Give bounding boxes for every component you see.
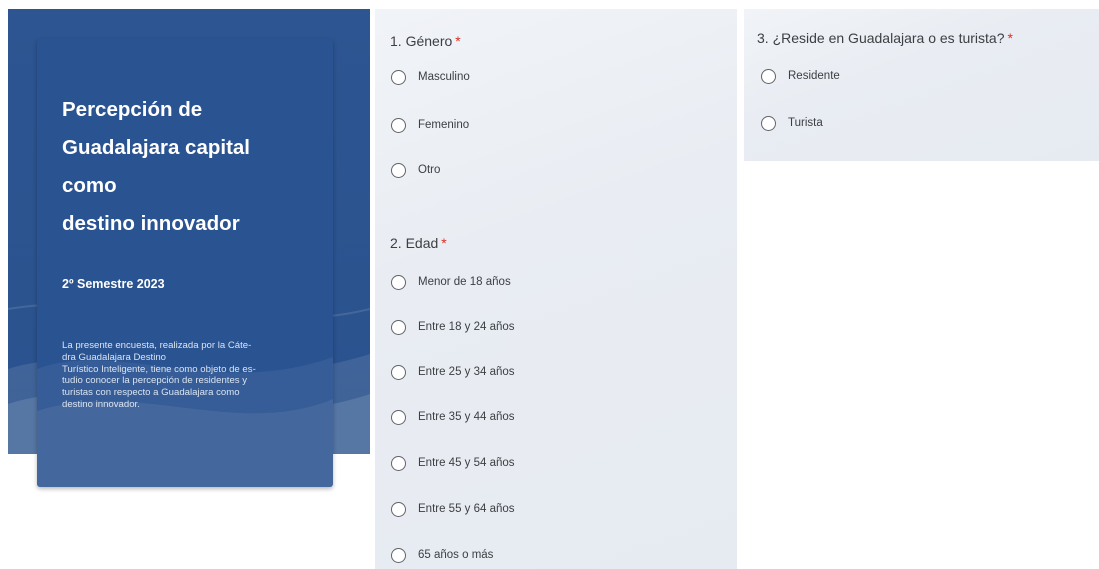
question-label: 3. ¿Reside en Guadalajara o es turista? <box>757 30 1005 46</box>
option-label: Menor de 18 años <box>418 276 511 288</box>
question-label: 2. Edad <box>390 235 439 251</box>
survey-title-line: destino innovador <box>62 212 240 235</box>
radio-button[interactable] <box>391 274 406 290</box>
radio-button[interactable] <box>391 117 406 133</box>
radio-button[interactable] <box>391 409 406 425</box>
radio-button[interactable] <box>391 319 406 335</box>
survey-subtitle: 2º Semestre 2023 <box>62 277 165 291</box>
option-label: Residente <box>788 70 840 82</box>
option-label: Turista <box>788 117 823 129</box>
radio-button[interactable] <box>761 115 776 131</box>
survey-title-line: Guadalajara capital <box>62 136 251 159</box>
questions-panel-left: 1. Género * Masculino Femenino Otro 2. Ed… <box>375 9 737 569</box>
radio-button[interactable] <box>391 547 406 563</box>
option-label: 65 años o más <box>418 549 494 561</box>
option-label: Otro <box>418 164 441 176</box>
survey-title-line: Percepción de <box>62 98 203 121</box>
radio-option-55-64[interactable]: Entre 55 y 64 años <box>391 499 515 519</box>
radio-option-25-34[interactable]: Entre 25 y 34 años <box>391 362 515 382</box>
survey-description: La presente encuesta, realizada por la C… <box>62 340 256 410</box>
option-label: Entre 18 y 24 años <box>418 321 515 333</box>
radio-option-45-54[interactable]: Entre 45 y 54 años <box>391 453 515 473</box>
survey-title-line: como <box>62 174 117 197</box>
radio-option-residente[interactable]: Residente <box>761 66 840 86</box>
question-residence: 3. ¿Reside en Guadalajara o es turista? * <box>757 30 1013 46</box>
question-label: 1. Género <box>390 33 453 49</box>
radio-option-femenino[interactable]: Femenino <box>391 115 469 135</box>
radio-option-65-mas[interactable]: 65 años o más <box>391 545 493 565</box>
option-label: Entre 35 y 44 años <box>418 411 515 423</box>
option-label: Femenino <box>418 119 470 131</box>
radio-button[interactable] <box>761 68 776 84</box>
questions-panel-right: 3. ¿Reside en Guadalajara o es turista? *… <box>744 9 1099 161</box>
option-label: Entre 55 y 64 años <box>418 503 515 515</box>
radio-button[interactable] <box>391 455 406 471</box>
survey-header-card: Percepción de Guadalajara capital como d… <box>37 39 333 487</box>
radio-button[interactable] <box>391 162 406 178</box>
radio-button[interactable] <box>391 69 406 85</box>
option-label: Masculino <box>418 71 470 83</box>
survey-title: Percepción de Guadalajara capital como d… <box>62 91 322 243</box>
radio-option-menor-18[interactable]: Menor de 18 años <box>391 272 511 292</box>
radio-button[interactable] <box>391 501 406 517</box>
radio-option-otro[interactable]: Otro <box>391 160 440 180</box>
option-label: Entre 45 y 54 años <box>418 457 515 469</box>
radio-option-35-44[interactable]: Entre 35 y 44 años <box>391 407 515 427</box>
radio-button[interactable] <box>391 364 406 380</box>
radio-option-18-24[interactable]: Entre 18 y 24 años <box>391 317 515 337</box>
required-mark: * <box>455 33 461 49</box>
required-mark: * <box>441 235 447 251</box>
question-gender: 1. Género * <box>390 33 461 49</box>
question-age: 2. Edad * <box>390 235 447 251</box>
radio-option-turista[interactable]: Turista <box>761 113 823 133</box>
required-mark: * <box>1007 30 1013 46</box>
radio-option-masculino[interactable]: Masculino <box>391 67 470 87</box>
option-label: Entre 25 y 34 años <box>418 366 515 378</box>
